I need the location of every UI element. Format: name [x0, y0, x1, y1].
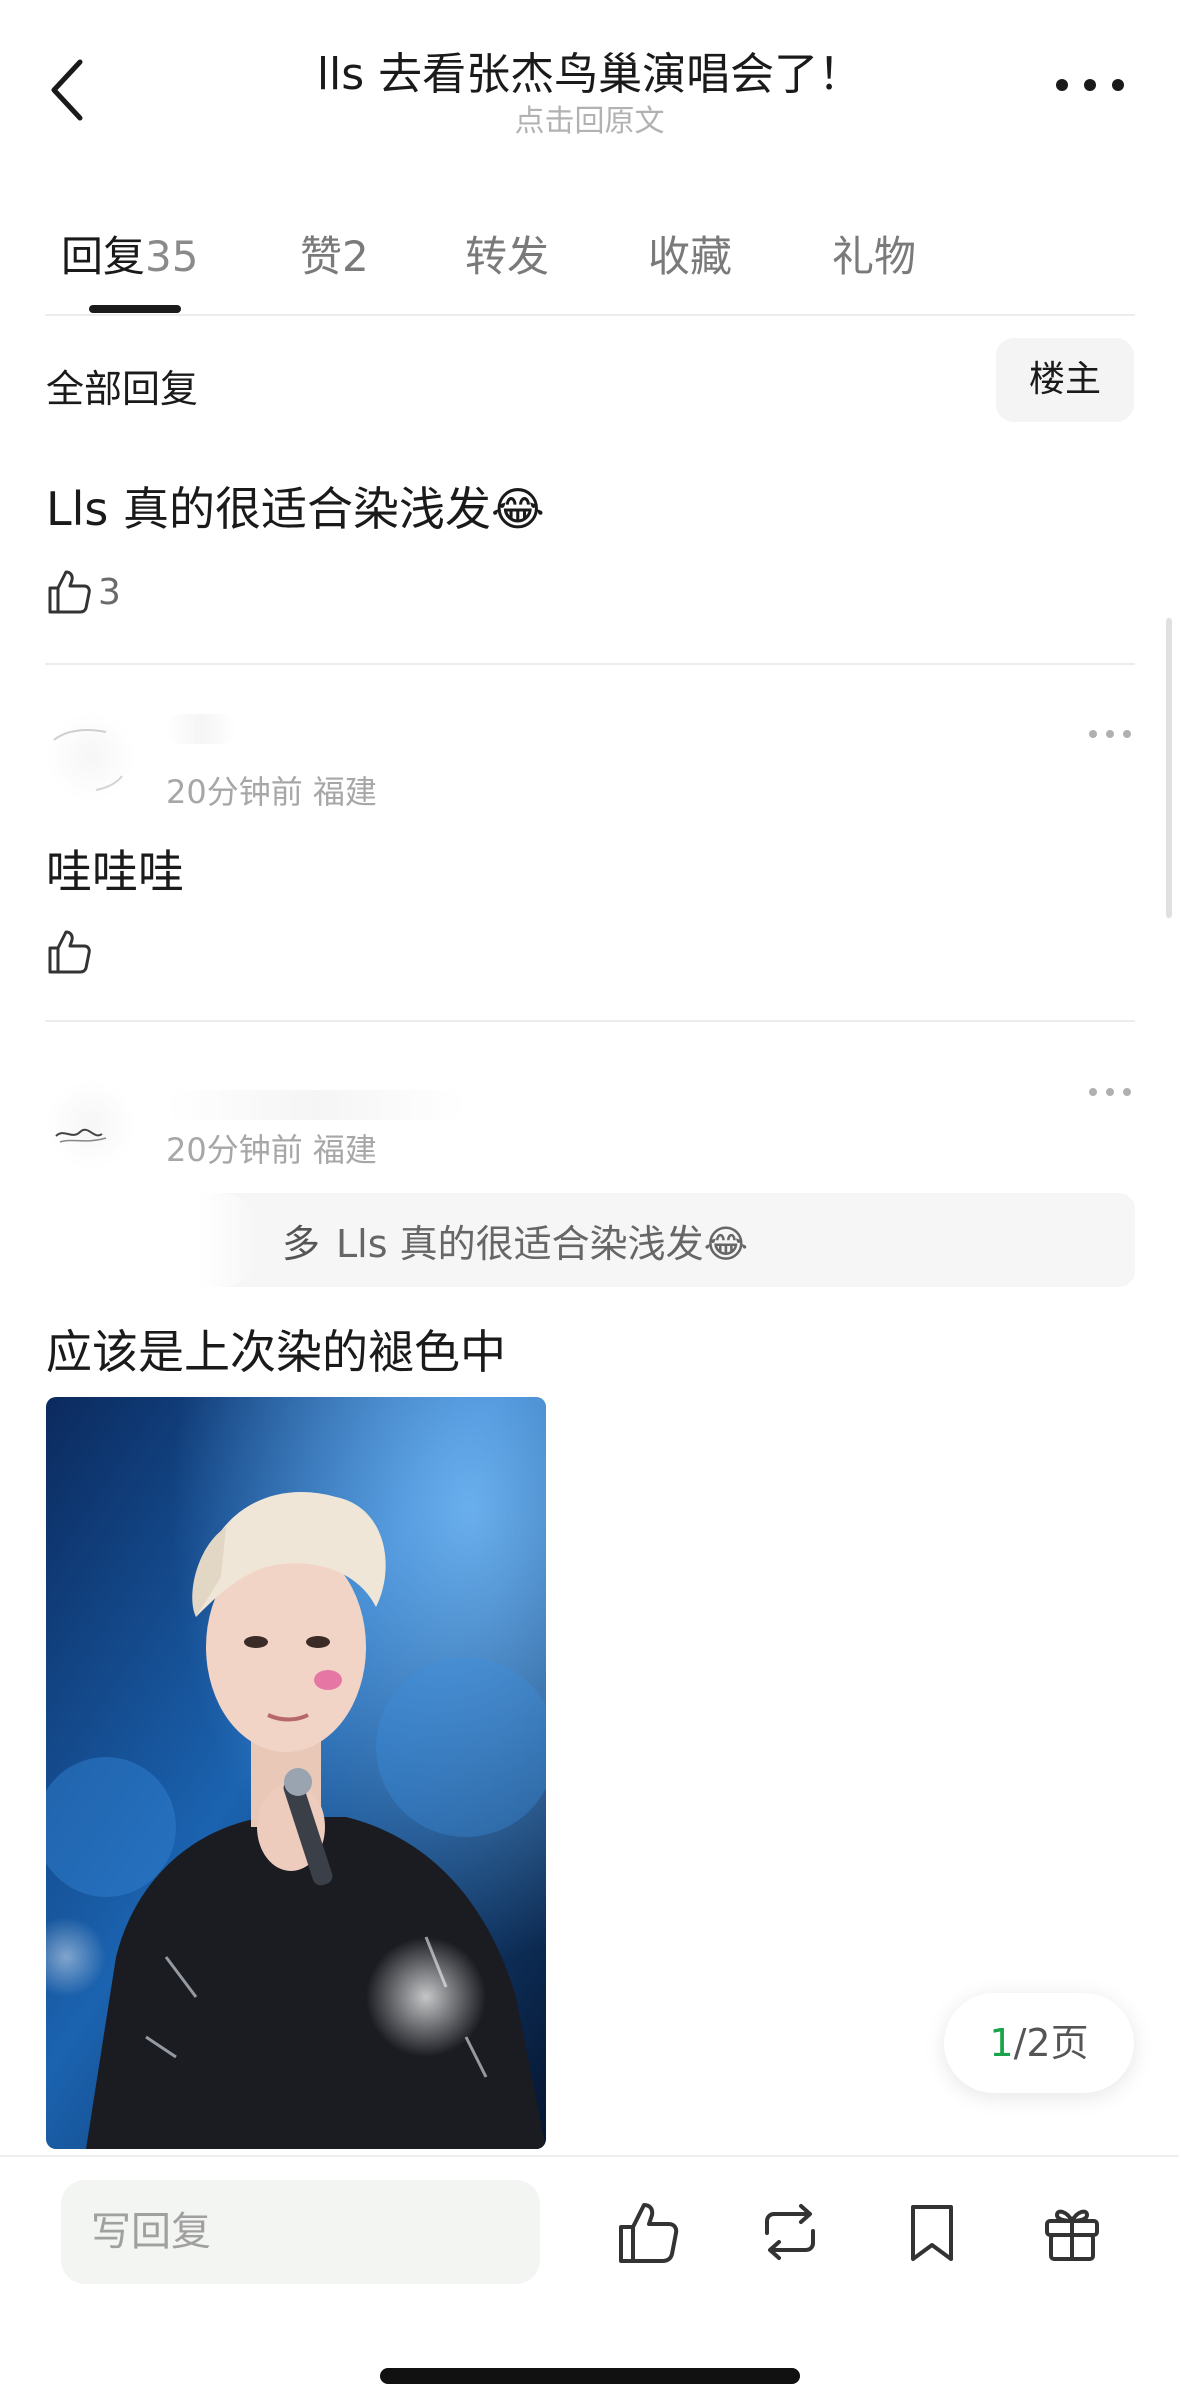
thumbs-up-icon — [619, 2203, 679, 2263]
tab-bar: 回复35 赞2 转发 收藏 礼物 — [0, 215, 1179, 315]
tab-count: 2 — [342, 232, 369, 281]
more-dots-icon — [1056, 79, 1124, 91]
quoted-reply[interactable]: 多 Lls 真的很适合染浅发😂 — [46, 1193, 1135, 1287]
tab-count: 35 — [145, 232, 199, 281]
attached-photo[interactable] — [46, 1397, 546, 2149]
comment-time: 20分钟前 — [166, 773, 303, 811]
comment-more-button[interactable] — [1085, 1082, 1135, 1102]
more-dots-icon — [1089, 730, 1131, 738]
tab-replies[interactable]: 回复35 — [61, 223, 198, 284]
divider — [45, 663, 1135, 665]
divider — [45, 1020, 1135, 1022]
username-obscured[interactable] — [166, 714, 236, 744]
avatar[interactable] — [46, 1080, 136, 1170]
gift-icon — [1045, 2209, 1099, 2261]
comment-more-button[interactable] — [1085, 724, 1135, 744]
tab-label: 赞 — [300, 232, 343, 281]
comment-location: 福建 — [312, 1131, 377, 1169]
bottom-action-bar — [0, 2155, 1179, 2403]
comment-text: 哇哇哇 — [46, 845, 184, 899]
op-only-button[interactable]: 楼主 — [996, 338, 1134, 422]
tab-label: 转发 — [465, 232, 550, 281]
comment-meta: 20分钟前 福建 — [166, 1125, 377, 1171]
comment-like-button[interactable] — [46, 922, 92, 982]
page-indicator[interactable]: 1/2页 — [944, 1993, 1134, 2093]
active-tab-indicator — [89, 305, 181, 313]
comment-meta: 20分钟前 福建 — [166, 767, 377, 813]
tab-label: 收藏 — [648, 232, 733, 281]
more-dots-icon — [1089, 1088, 1131, 1096]
more-options-button[interactable] — [1050, 65, 1130, 105]
reply-input[interactable] — [61, 2180, 540, 2284]
post-like-button[interactable]: 3 — [46, 562, 121, 622]
bookmark-button[interactable] — [897, 2197, 967, 2267]
gift-button[interactable] — [1037, 2197, 1107, 2267]
avatar-sketch — [55, 1128, 107, 1143]
quote-author-fragment: 多 — [282, 1222, 321, 1266]
total-pages: /2页 — [1013, 2021, 1089, 2065]
quote-author-obscured — [46, 1193, 261, 1287]
repost-icon — [765, 2204, 815, 2260]
divider — [45, 314, 1135, 316]
post-text: Lls 真的很适合染浅发😂 — [46, 482, 545, 536]
page-title: lls 去看张杰鸟巢演唱会了！ — [316, 49, 863, 100]
tab-gifts[interactable]: 礼物 — [832, 223, 916, 284]
top-nav-bar: lls 去看张杰鸟巢演唱会了！ 点击回原文 — [0, 0, 1179, 170]
like-count: 3 — [98, 571, 121, 613]
avatar[interactable] — [46, 712, 136, 802]
username-obscured[interactable] — [166, 1090, 466, 1120]
tab-favorites[interactable]: 收藏 — [648, 223, 732, 284]
all-replies-heading: 全部回复 — [46, 367, 199, 411]
thumbs-up-icon — [48, 930, 91, 974]
current-page: 1 — [989, 2021, 1014, 2065]
comment-location: 福建 — [312, 773, 377, 811]
back-to-original-link[interactable]: 点击回原文 — [0, 96, 1179, 140]
scroll-indicator[interactable] — [1166, 618, 1172, 918]
comment-time: 20分钟前 — [166, 1131, 303, 1169]
thumbs-up-icon — [48, 570, 91, 614]
comment-text: 应该是上次染的褪色中 — [46, 1325, 506, 1379]
concert-photo-image — [46, 1397, 546, 2149]
bookmark-icon — [911, 2205, 953, 2261]
home-indicator[interactable] — [380, 2368, 800, 2384]
repost-button[interactable] — [755, 2197, 825, 2267]
tab-label: 回复 — [61, 232, 146, 281]
quoted-text: Lls 真的很适合染浅发😂 — [336, 1222, 749, 1266]
tab-label: 礼物 — [832, 232, 917, 281]
tab-likes[interactable]: 赞2 — [300, 223, 369, 284]
avatar-sketch — [53, 729, 123, 791]
tab-reposts[interactable]: 转发 — [465, 223, 549, 284]
like-button[interactable] — [613, 2197, 683, 2267]
